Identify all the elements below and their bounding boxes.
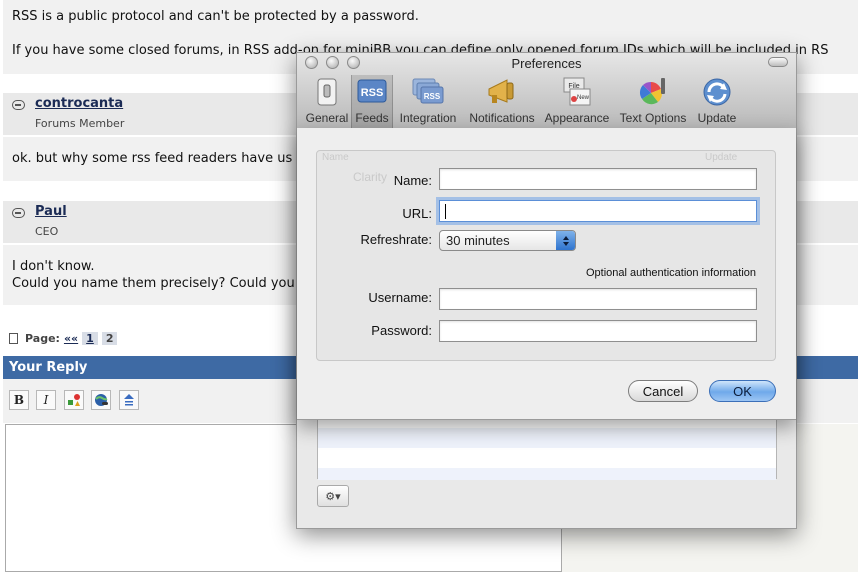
update-icon — [703, 78, 731, 106]
tab-text-options[interactable]: Text Options — [619, 75, 687, 129]
username-label: Username: — [368, 290, 432, 305]
text-caret — [445, 204, 446, 219]
window-title: Preferences — [511, 56, 582, 71]
author-role: Forums Member — [35, 117, 125, 130]
url-field[interactable] — [439, 200, 757, 222]
tab-general[interactable]: General — [305, 75, 349, 129]
post-text: ok. but why some rss feed readers have u… — [12, 151, 293, 166]
list-row[interactable] — [318, 428, 776, 448]
switch-icon — [317, 78, 337, 106]
ghost-row-name: Clarity — [353, 170, 388, 184]
auth-info-note: Optional authentication information — [586, 267, 756, 279]
quote-button[interactable] — [119, 390, 139, 410]
gear-icon: ⚙▾ — [325, 489, 341, 503]
tab-text-options-label: Text Options — [619, 111, 687, 125]
ghost-name-column: Name — [322, 152, 349, 163]
post-text-line-2: Could you name them precisely? Could you — [12, 276, 295, 291]
link-button[interactable] — [91, 390, 111, 410]
username-field[interactable] — [439, 288, 757, 310]
cancel-button[interactable]: Cancel — [628, 380, 698, 402]
gear-menu-button[interactable]: ⚙▾ — [317, 485, 349, 507]
preferences-toolbar: Preferences General RSS Feeds RSS Integr… — [297, 53, 796, 129]
svg-text:RSS: RSS — [361, 87, 384, 99]
name-field[interactable] — [439, 168, 757, 190]
megaphone-icon — [488, 79, 514, 103]
name-label: Name: — [393, 173, 432, 188]
page-icon — [9, 333, 18, 344]
toolbar-toggle-button[interactable] — [768, 57, 788, 67]
author-link-paul[interactable]: Paul — [35, 204, 67, 219]
refreshrate-select[interactable]: 30 minutes — [439, 230, 576, 251]
refreshrate-value: 30 minutes — [446, 233, 510, 248]
tab-integration[interactable]: RSS Integration — [397, 75, 459, 129]
tab-appearance-label: Appearance — [544, 111, 610, 125]
svg-text:New: New — [577, 95, 590, 101]
add-feed-sheet: Name Update Clarity Name: URL: Refreshra… — [297, 128, 796, 420]
tab-notifications-label: Notifications — [469, 111, 535, 125]
rss-stack-icon: RSS — [412, 78, 444, 104]
post-text-line-1: I don't know. — [12, 259, 95, 274]
pager-page-2: 2 — [101, 332, 118, 345]
comment-bubble-icon — [12, 100, 25, 110]
tab-appearance[interactable]: File New Appearance — [545, 75, 609, 129]
tab-notifications[interactable]: Notifications — [467, 75, 537, 129]
svg-text:RSS: RSS — [424, 92, 441, 101]
tab-integration-label: Integration — [399, 111, 457, 125]
globe-link-icon — [94, 393, 108, 406]
italic-button[interactable]: I — [36, 390, 56, 410]
author-role: CEO — [35, 225, 59, 238]
ok-button[interactable]: OK — [709, 380, 776, 402]
pager-page-1[interactable]: 1 — [82, 332, 98, 345]
pager-page-1-link[interactable]: 1 — [86, 332, 94, 345]
password-label: Password: — [371, 323, 432, 338]
intro-text-line-1: RSS is a public protocol and can't be pr… — [12, 9, 419, 24]
tab-update[interactable]: Update — [695, 75, 739, 129]
file-new-icon: FileNew — [563, 77, 591, 106]
tab-update-label: Update — [697, 111, 737, 125]
rss-icon: RSS — [357, 79, 387, 103]
color-wheel-icon — [639, 78, 665, 105]
url-label: URL: — [402, 206, 432, 221]
refreshrate-label: Refreshrate: — [360, 232, 432, 247]
bold-button[interactable]: B — [9, 390, 29, 410]
tab-feeds[interactable]: RSS Feeds — [351, 75, 393, 129]
password-field[interactable] — [439, 320, 757, 342]
list-row[interactable] — [318, 468, 776, 480]
pager-label: Page: — [25, 332, 60, 345]
image-button[interactable] — [64, 390, 84, 410]
select-arrows-icon — [556, 231, 575, 250]
arrow-up-lines-icon — [124, 394, 134, 406]
tab-feeds-label: Feeds — [355, 111, 389, 125]
ghost-update-column: Update — [705, 152, 738, 163]
comment-bubble-icon — [12, 208, 25, 218]
pager-prev-link[interactable]: «« — [64, 332, 78, 345]
author-link-controcanta[interactable]: controcanta — [35, 96, 123, 111]
pagination: Page: «« 1 2 — [9, 332, 118, 345]
image-shapes-icon — [68, 394, 80, 406]
tab-general-label: General — [305, 111, 349, 125]
